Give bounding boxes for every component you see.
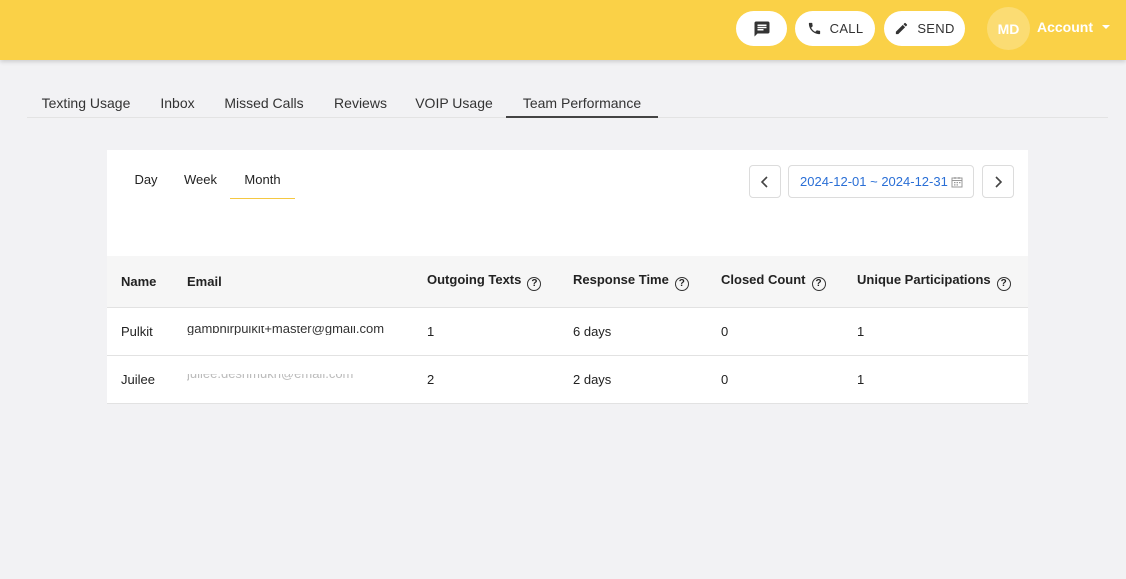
next-range-button[interactable] xyxy=(982,165,1014,198)
column-email[interactable]: Email xyxy=(187,256,427,308)
cell-email: gambhirpulkit+master@gmail.com xyxy=(187,307,427,356)
help-icon[interactable]: ? xyxy=(811,276,826,291)
call-button[interactable]: CALL xyxy=(795,11,875,46)
avatar[interactable]: MD xyxy=(987,7,1030,50)
phone-icon xyxy=(808,22,820,35)
cell-email: juilee.deshmukh@email.com xyxy=(187,355,427,404)
help-icon[interactable]: ? xyxy=(527,276,542,291)
tab-reviews[interactable]: Reviews xyxy=(333,88,388,118)
calendar-icon xyxy=(951,177,963,188)
cell-response-time: 2 days xyxy=(573,355,721,404)
table-row: Juilee juilee.deshmukh@email.com 2 2 day… xyxy=(107,355,1028,404)
cell-outgoing-texts: 1 xyxy=(427,307,573,356)
send-label: SEND xyxy=(917,21,955,36)
tab-voip-usage[interactable]: VOIP Usage xyxy=(415,88,493,118)
cell-name: Pulkit xyxy=(107,307,187,356)
top-bar: CALL SEND MD Account xyxy=(0,0,1126,60)
account-label: Account xyxy=(1037,19,1093,35)
message-icon xyxy=(754,21,769,36)
team-performance-card: Day Week Month 2024-12-01 ~ 2024-12-31 N… xyxy=(107,150,1028,404)
team-performance-table: Name Email Outgoing Texts? Response Time… xyxy=(107,256,1028,404)
tab-inbox[interactable]: Inbox xyxy=(159,88,196,118)
tab-missed-calls[interactable]: Missed Calls xyxy=(223,88,305,118)
previous-range-button[interactable] xyxy=(749,165,781,198)
period-week[interactable]: Week xyxy=(180,172,221,199)
send-button[interactable]: SEND xyxy=(884,11,965,46)
date-range-picker[interactable]: 2024-12-01 ~ 2024-12-31 xyxy=(788,165,974,198)
column-name[interactable]: Name xyxy=(107,256,187,308)
date-range-value: 2024-12-01 ~ 2024-12-31 xyxy=(800,174,948,189)
cell-name: Juilee xyxy=(107,355,187,404)
pencil-icon xyxy=(896,22,908,35)
call-label: CALL xyxy=(829,21,864,36)
column-closed-count[interactable]: Closed Count? xyxy=(721,256,857,308)
chevron-left-icon xyxy=(760,175,768,188)
table-row: Pulkit gambhirpulkit+master@gmail.com 1 … xyxy=(107,307,1028,356)
chevron-right-icon xyxy=(995,175,1003,188)
messages-button[interactable] xyxy=(736,11,787,46)
caret-down-icon xyxy=(1102,25,1110,29)
period-day[interactable]: Day xyxy=(129,172,163,199)
cell-outgoing-texts: 2 xyxy=(427,355,573,404)
help-icon[interactable]: ? xyxy=(674,276,689,291)
column-outgoing-texts[interactable]: Outgoing Texts? xyxy=(427,256,573,308)
table-header-row: Name Email Outgoing Texts? Response Time… xyxy=(107,256,1028,308)
cell-unique-participations: 1 xyxy=(857,307,1028,356)
account-menu[interactable]: Account xyxy=(1037,19,1110,35)
report-tabs: Texting Usage Inbox Missed Calls Reviews… xyxy=(27,88,1108,118)
cell-response-time: 6 days xyxy=(573,307,721,356)
tab-team-performance[interactable]: Team Performance xyxy=(506,88,658,118)
tab-texting-usage[interactable]: Texting Usage xyxy=(40,88,132,118)
column-response-time[interactable]: Response Time? xyxy=(573,256,721,308)
period-month[interactable]: Month xyxy=(230,172,295,199)
column-unique-participations[interactable]: Unique Participations? xyxy=(857,256,1028,308)
help-icon[interactable]: ? xyxy=(996,276,1011,291)
cell-closed-count: 0 xyxy=(721,307,857,356)
cell-closed-count: 0 xyxy=(721,355,857,404)
cell-unique-participations: 1 xyxy=(857,355,1028,404)
